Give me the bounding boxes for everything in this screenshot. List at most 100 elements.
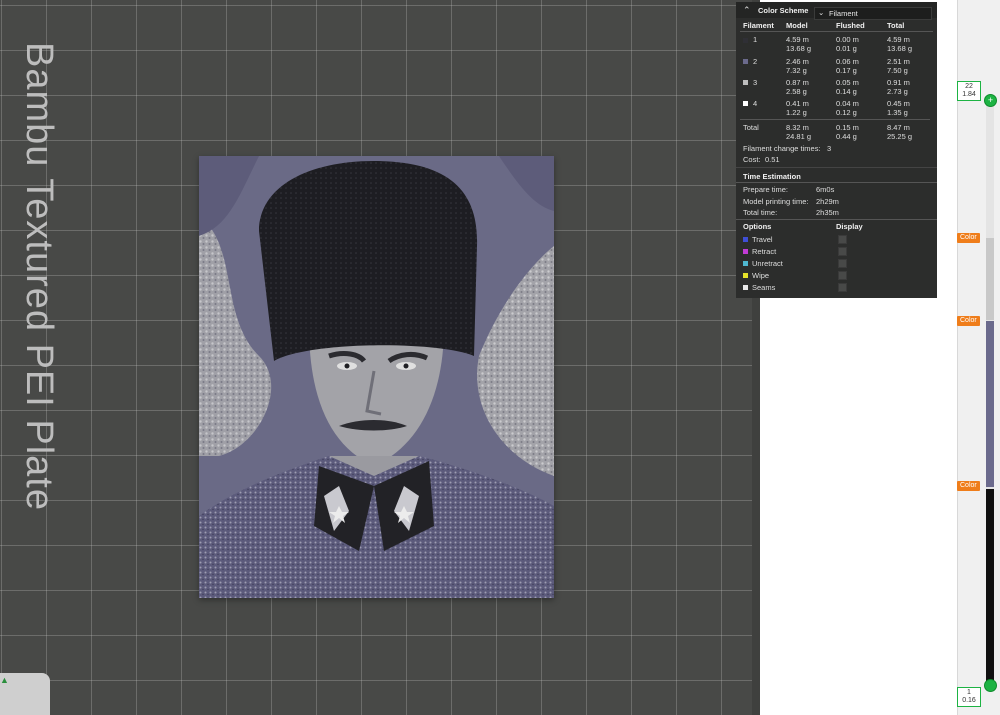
total-label: Total (743, 123, 759, 132)
top-layer-handle[interactable]: + (984, 94, 997, 107)
total-time-label: Total time: (743, 208, 778, 217)
divider (740, 119, 930, 120)
color-change-tag[interactable]: Color (957, 481, 980, 491)
total-model-weight: 24.81 g (786, 132, 812, 141)
color-change-tag[interactable]: Color (957, 233, 980, 243)
option-seams: Seams (752, 283, 776, 292)
seams-swatch (743, 285, 748, 290)
col-flushed: Flushed (836, 21, 865, 30)
filament-1-swatch (743, 38, 748, 43)
divider (736, 219, 937, 220)
prepare-label: Prepare time: (743, 185, 789, 194)
bottom-layer-height: 0.16 (962, 697, 976, 704)
option-travel: Travel (752, 235, 773, 244)
model-preview[interactable] (199, 156, 554, 598)
flushed-length: 0.00 m (836, 35, 859, 44)
total-weight: 2.73 g (887, 87, 908, 96)
option-retract: Retract (752, 247, 777, 256)
total-weight: 13.68 g (887, 44, 913, 53)
color-scheme-dropdown[interactable]: ⌄ Filament (814, 7, 932, 20)
col-total: Total (887, 21, 905, 30)
model-weight: 2.58 g (786, 87, 807, 96)
travel-display-checkbox[interactable] (838, 235, 847, 244)
grand-total-weight: 25.25 g (887, 132, 913, 141)
retract-display-checkbox[interactable] (838, 247, 847, 256)
flushed-weight: 0.14 g (836, 87, 857, 96)
total-flushed-weight: 0.44 g (836, 132, 857, 141)
filament-id: 1 (753, 35, 758, 44)
total-weight: 7.50 g (887, 66, 908, 75)
corner-tab[interactable]: ▲ (0, 673, 50, 715)
stats-panel: ⌃ Color Scheme Filament Model Flushed To… (736, 2, 937, 298)
total-length: 2.51 m (887, 57, 910, 66)
display-heading: Display (836, 222, 863, 231)
total-model-length: 8.32 m (786, 123, 809, 132)
corner-mark: ▲ (0, 675, 9, 685)
color-scheme-label: Color Scheme (758, 6, 809, 15)
filament-4-swatch (743, 101, 748, 106)
portrait-relief (199, 156, 554, 598)
filament-id: 4 (753, 99, 758, 108)
time-estimation-heading: Time Estimation (743, 172, 801, 181)
bottom-layer-handle[interactable] (984, 679, 997, 692)
change-times-value: 3 (827, 144, 832, 153)
flushed-weight: 0.17 g (836, 66, 857, 75)
flushed-length: 0.06 m (836, 57, 859, 66)
wipe-display-checkbox[interactable] (838, 271, 847, 280)
total-weight: 1.35 g (887, 108, 908, 117)
layer-range-filament-1 (986, 489, 994, 684)
seams-display-checkbox[interactable] (838, 283, 847, 292)
cost-label: Cost: (743, 155, 761, 164)
chevron-down-icon: ⌄ (818, 8, 825, 17)
total-flushed-length: 0.15 m (836, 123, 859, 132)
option-unretract: Unretract (752, 259, 783, 268)
color-change-tag[interactable]: Color (957, 316, 980, 326)
divider (736, 167, 937, 168)
filament-2-swatch (743, 59, 748, 64)
collapse-chevron-icon[interactable]: ⌃ (743, 5, 751, 16)
model-length: 0.87 m (786, 78, 809, 87)
cost-value: 0.51 (765, 155, 780, 164)
total-length: 0.45 m (887, 99, 910, 108)
total-length: 0.91 m (887, 78, 910, 87)
filament-id: 3 (753, 78, 758, 87)
scheme-value: Filament (829, 9, 858, 18)
model-length: 4.59 m (786, 35, 809, 44)
wipe-swatch (743, 273, 748, 278)
printing-value: 2h29m (816, 197, 839, 206)
bottom-layer-number: 1 (967, 689, 971, 696)
model-length: 0.41 m (786, 99, 809, 108)
top-layer-indicator: 22 1.84 (957, 81, 981, 101)
divider (736, 182, 937, 183)
flushed-length: 0.04 m (836, 99, 859, 108)
model-weight: 13.68 g (786, 44, 812, 53)
total-time-value: 2h35m (816, 208, 839, 217)
col-model: Model (786, 21, 808, 30)
plate-label: Bambu Textured PEI Plate (18, 42, 60, 511)
flushed-weight: 0.01 g (836, 44, 857, 53)
grand-total-length: 8.47 m (887, 123, 910, 132)
model-weight: 7.32 g (786, 66, 807, 75)
model-weight: 1.22 g (786, 108, 807, 117)
flushed-weight: 0.12 g (836, 108, 857, 117)
change-times-label: Filament change times: (743, 144, 821, 153)
option-wipe: Wipe (752, 271, 770, 280)
prepare-value: 6m0s (816, 185, 835, 194)
top-layer-number: 22 (965, 83, 973, 90)
layer-range-filament-3 (986, 238, 994, 320)
filament-3-swatch (743, 80, 748, 85)
total-length: 4.59 m (887, 35, 910, 44)
filament-id: 2 (753, 57, 758, 66)
model-length: 2.46 m (786, 57, 809, 66)
unretract-swatch (743, 261, 748, 266)
options-heading: Options (743, 222, 772, 231)
bottom-layer-indicator: 1 0.16 (957, 687, 981, 707)
retract-swatch (743, 249, 748, 254)
layer-range-filament-2 (986, 321, 994, 487)
top-layer-height: 1.84 (962, 91, 976, 98)
unretract-display-checkbox[interactable] (838, 259, 847, 268)
travel-swatch (743, 237, 748, 242)
divider (740, 31, 933, 32)
col-filament: Filament (743, 21, 774, 30)
printing-label: Model printing time: (743, 197, 809, 206)
